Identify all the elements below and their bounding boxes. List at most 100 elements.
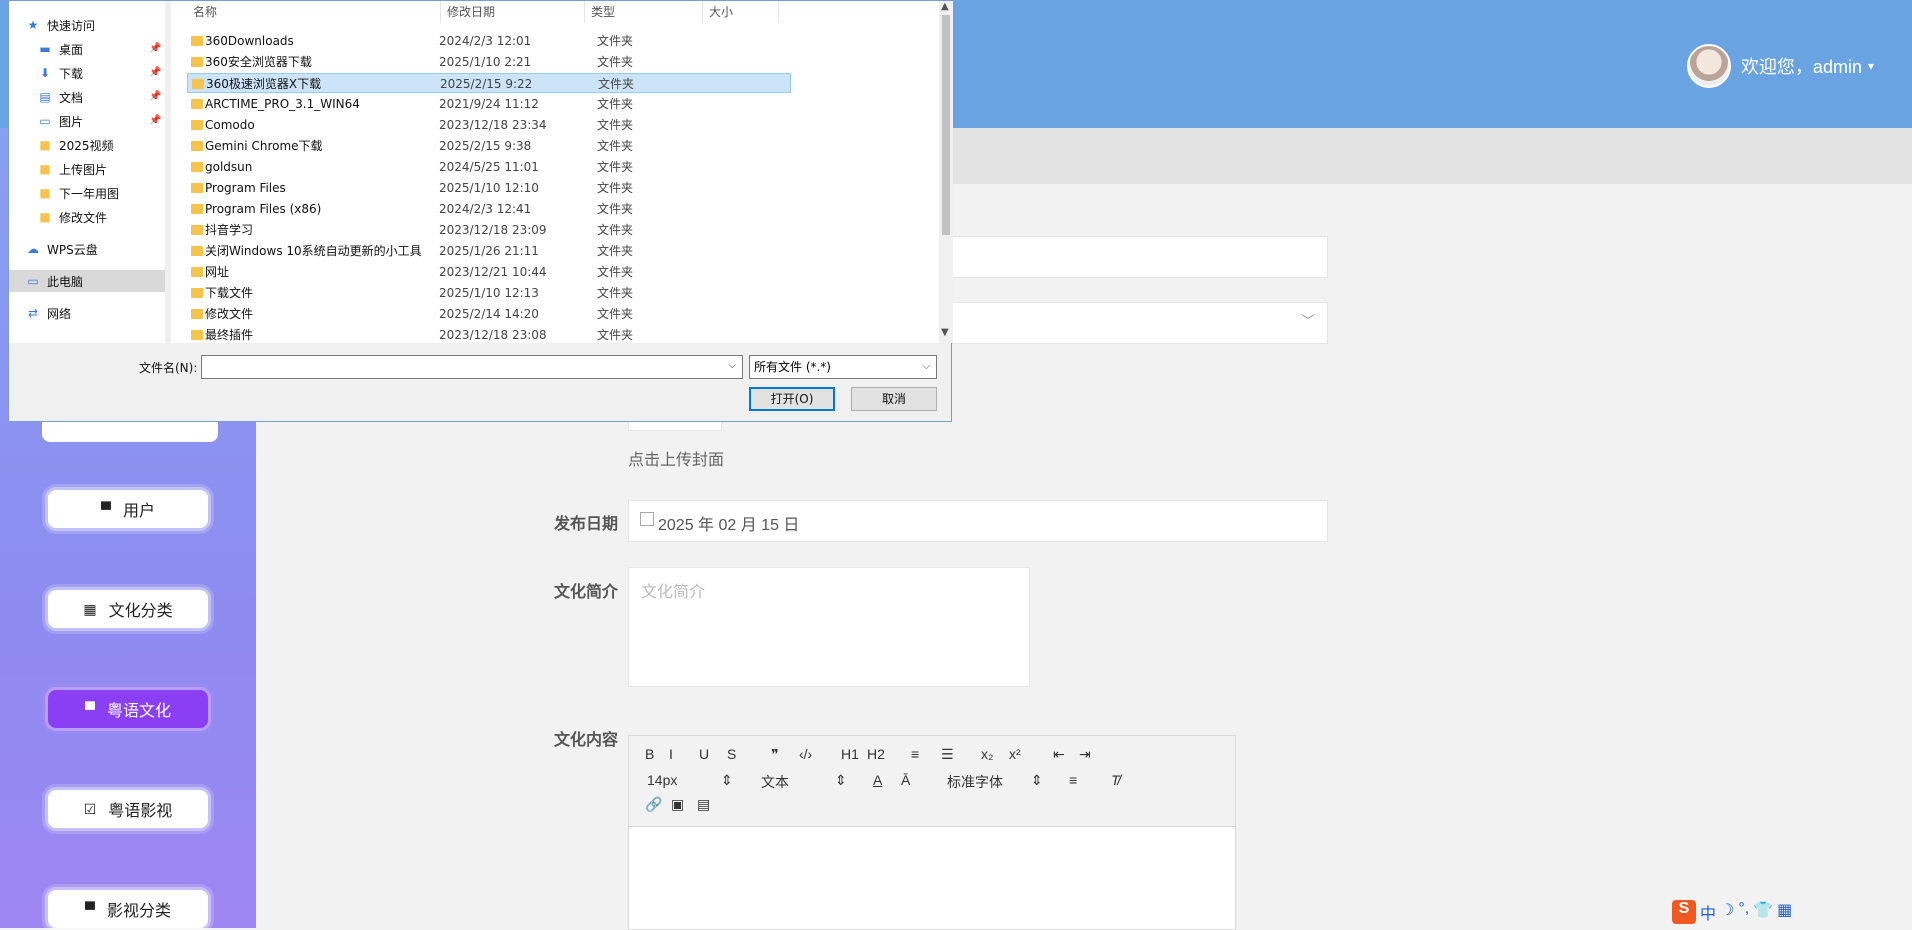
file-row[interactable]: 360Downloads 2024/2/3 12:01 文件夹 bbox=[187, 31, 791, 51]
pin-icon: 📌 bbox=[149, 43, 162, 54]
column-type[interactable]: 类型 bbox=[585, 1, 703, 23]
open-button[interactable]: 打开(O) bbox=[749, 387, 835, 411]
file-row[interactable]: Program Files (x86) 2024/2/3 12:41 文件夹 bbox=[187, 199, 791, 219]
file-row[interactable]: 修改文件 2025/2/14 14:20 文件夹 bbox=[187, 304, 791, 324]
column-size[interactable]: 大小 bbox=[703, 1, 779, 23]
file-row[interactable]: 网址 2023/12/21 10:44 文件夹 bbox=[187, 262, 791, 282]
superscript-icon[interactable]: x² bbox=[1009, 746, 1021, 762]
link-icon[interactable]: 🔗 bbox=[645, 796, 662, 813]
nav-item[interactable]: ▬ 桌面 bbox=[37, 39, 83, 59]
ordered-list-icon[interactable]: ≡ bbox=[911, 746, 919, 762]
outdent-icon[interactable]: ⇤ bbox=[1053, 746, 1065, 763]
file-name: Comodo bbox=[205, 118, 255, 132]
h2-icon[interactable]: H2 bbox=[867, 746, 885, 762]
nav-item[interactable]: ★ 快速访问 bbox=[25, 15, 95, 35]
bold-icon[interactable]: B bbox=[645, 746, 654, 762]
nav-icon: ▀ bbox=[85, 701, 95, 717]
file-row[interactable]: 最终插件 2023/12/18 23:08 文件夹 bbox=[187, 325, 791, 345]
ime-tools-icon[interactable]: ▦ bbox=[1777, 900, 1792, 924]
file-name: 360极速浏览器X下载 bbox=[206, 77, 322, 91]
image-icon[interactable]: ▣ bbox=[671, 796, 684, 813]
file-row[interactable]: Comodo 2023/12/18 23:34 文件夹 bbox=[187, 115, 791, 135]
italic-icon[interactable]: I bbox=[669, 746, 673, 762]
nav-item-icon: ▬ bbox=[39, 42, 51, 56]
nav-item[interactable]: ▤ 文档 bbox=[37, 87, 83, 107]
file-row[interactable]: 下载文件 2025/1/10 12:13 文件夹 bbox=[187, 283, 791, 303]
nav-item[interactable]: ⬇ 下载 bbox=[37, 63, 83, 83]
nav-item[interactable]: ■ 下一年用图 bbox=[37, 183, 119, 203]
strike-icon[interactable]: S bbox=[727, 746, 736, 762]
font-size-select[interactable]: 14px bbox=[647, 772, 677, 788]
file-type-select[interactable]: 所有文件 (*.*) ⌵ bbox=[749, 355, 937, 379]
subscript-icon[interactable]: x₂ bbox=[981, 746, 993, 762]
underline-icon[interactable]: U bbox=[699, 746, 709, 762]
indent-icon[interactable]: ⇥ bbox=[1079, 746, 1091, 763]
nav-item-label: 下载 bbox=[59, 66, 84, 81]
nav-item[interactable]: ☁ WPS云盘 bbox=[25, 239, 98, 259]
rich-text-editor: B I U S ❞ ‹/› H1 H2 ≡ ☰ x₂ x² ⇤ ⇥ 14px ⇕ 文本 ⇕ A Ā 标准字… bbox=[628, 735, 1236, 930]
upload-hint[interactable]: 点击上传封面 bbox=[628, 446, 724, 470]
sidebar-item[interactable]: ▦ 文化分类 bbox=[48, 590, 208, 628]
column-date[interactable]: 修改日期 bbox=[441, 1, 585, 23]
chevron-down-icon[interactable]: ⌵ bbox=[728, 360, 736, 371]
ime-lang[interactable]: 中 bbox=[1700, 900, 1716, 924]
nav-item[interactable]: ■ 修改文件 bbox=[37, 207, 107, 227]
ime-punct-icon[interactable]: °, bbox=[1738, 900, 1749, 924]
editor-body[interactable] bbox=[629, 827, 1235, 929]
cancel-button[interactable]: 取消 bbox=[851, 387, 937, 411]
file-date: 2025/1/10 2:21 bbox=[439, 55, 532, 69]
file-row[interactable]: goldsun 2024/5/25 11:01 文件夹 bbox=[187, 157, 791, 177]
nav-item[interactable]: ■ 2025视频 bbox=[37, 135, 113, 155]
sidebar-item[interactable]: ▀ 用户 bbox=[48, 490, 208, 528]
code-icon[interactable]: ‹/› bbox=[799, 746, 812, 762]
ime-toolbar[interactable]: S 中 ☽ °, 👕 ▦ bbox=[1672, 900, 1792, 924]
h1-icon[interactable]: H1 bbox=[841, 746, 859, 762]
intro-textarea[interactable]: 文化简介 bbox=[628, 567, 1030, 687]
font-family-select[interactable]: 标准字体 bbox=[947, 772, 1003, 792]
file-row[interactable]: Gemini Chrome下载 2025/2/15 9:38 文件夹 bbox=[187, 136, 791, 156]
file-row[interactable]: 抖音学习 2023/12/18 23:09 文件夹 bbox=[187, 220, 791, 240]
nav-item[interactable]: ▭ 此电脑 bbox=[25, 271, 83, 291]
scroll-up-icon[interactable]: ▲ bbox=[941, 1, 949, 12]
folder-icon bbox=[191, 225, 203, 235]
file-date: 2025/1/10 12:10 bbox=[439, 181, 539, 195]
file-row[interactable]: 360极速浏览器X下载 2025/2/15 9:22 文件夹 bbox=[187, 73, 791, 93]
nav-icon: ▀ bbox=[85, 901, 95, 917]
background-color-icon[interactable]: Ā bbox=[901, 772, 910, 788]
sidebar-item[interactable]: ▀ 粤语文化 bbox=[48, 690, 208, 728]
text-type-select[interactable]: 文本 bbox=[761, 772, 789, 792]
nav-item[interactable]: ▭ 图片 bbox=[37, 111, 83, 131]
file-row[interactable]: Program Files 2025/1/10 12:10 文件夹 bbox=[187, 178, 791, 198]
file-list-scrollbar[interactable]: ▲ ▼ bbox=[939, 1, 953, 343]
file-name: 360Downloads bbox=[205, 34, 294, 48]
clear-format-icon[interactable]: T̸ bbox=[1111, 772, 1120, 788]
file-type: 文件夹 bbox=[597, 244, 634, 258]
ime-moon-icon[interactable]: ☽ bbox=[1720, 900, 1734, 924]
video-icon[interactable]: ▤ bbox=[697, 796, 710, 813]
scroll-down-icon[interactable]: ▼ bbox=[941, 327, 949, 338]
file-row[interactable]: ARCTIME_PRO_3.1_WIN64 2021/9/24 11:12 文件夹 bbox=[187, 94, 791, 114]
nav-item[interactable]: ⇄ 网络 bbox=[25, 303, 71, 323]
font-color-icon[interactable]: A bbox=[873, 772, 882, 788]
spin-icon: ⇕ bbox=[1031, 772, 1043, 788]
file-row[interactable]: 360安全浏览器下载 2025/1/10 2:21 文件夹 bbox=[187, 52, 791, 72]
user-menu[interactable]: 欢迎您，admin ▾ bbox=[1686, 44, 1874, 88]
align-icon[interactable]: ≡ bbox=[1069, 772, 1077, 788]
nav-item-label: 网络 bbox=[47, 306, 72, 321]
file-row[interactable]: 关闭Windows 10系统自动更新的小工具 2025/1/26 21:11 文件夹 bbox=[187, 241, 791, 261]
bullet-list-icon[interactable]: ☰ bbox=[941, 746, 954, 763]
sidebar-item[interactable]: ▀ 影视分类 bbox=[48, 890, 208, 928]
filename-input[interactable]: ⌵ bbox=[201, 355, 743, 379]
date-value: 2025 年 02 月 15 日 bbox=[658, 517, 800, 534]
column-name[interactable]: 名称 bbox=[187, 1, 441, 23]
file-date: 2023/12/18 23:34 bbox=[439, 118, 547, 132]
scroll-thumb[interactable] bbox=[942, 15, 950, 235]
quote-icon[interactable]: ❞ bbox=[771, 746, 779, 763]
folder-icon bbox=[191, 99, 203, 109]
nav-item-label: 上传图片 bbox=[59, 162, 108, 177]
nav-item[interactable]: ■ 上传图片 bbox=[37, 159, 107, 179]
ime-skin-icon[interactable]: 👕 bbox=[1753, 900, 1773, 924]
folder-icon bbox=[191, 204, 203, 214]
sidebar-item[interactable]: ☑ 粤语影视 bbox=[48, 790, 208, 828]
file-name: 下载文件 bbox=[205, 286, 254, 300]
